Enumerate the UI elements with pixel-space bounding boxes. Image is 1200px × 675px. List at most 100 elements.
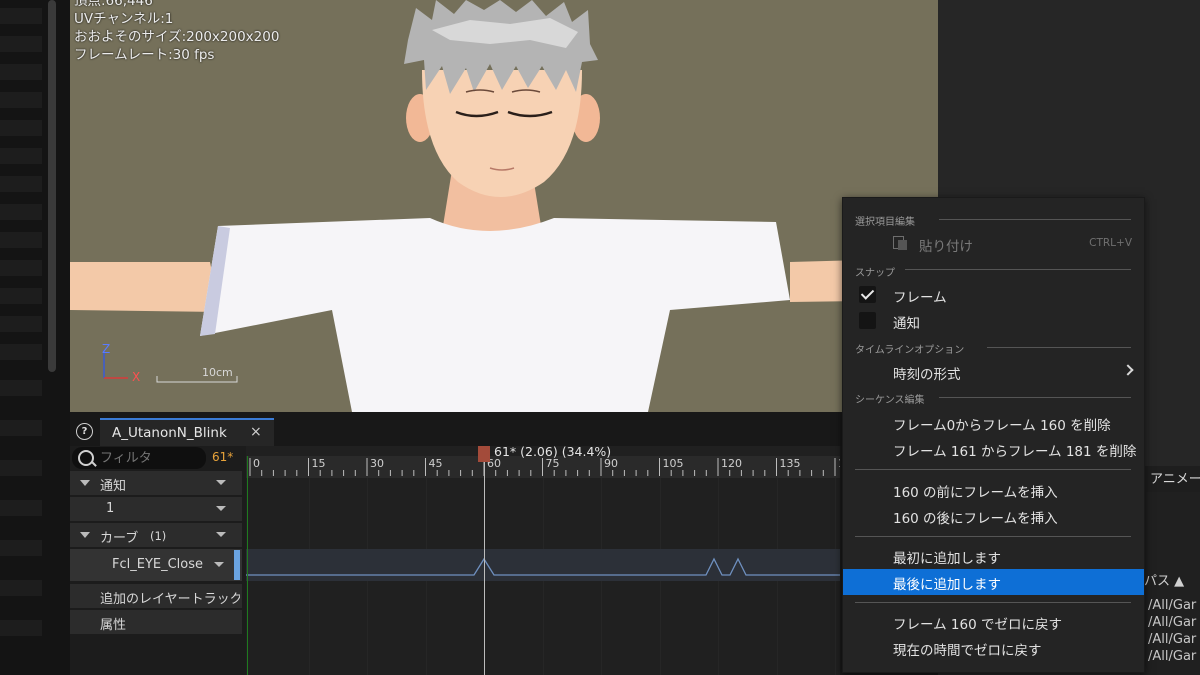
snap-notify-label: 通知: [893, 316, 920, 332]
search-icon: [78, 450, 94, 466]
ruler-tick-label: 120: [721, 457, 742, 470]
stat-vertices: 頂点:66,446: [74, 0, 153, 9]
animation-tab[interactable]: アニメー: [1144, 466, 1200, 492]
left-panel-row: [0, 92, 42, 108]
menu-divider: [939, 397, 1131, 398]
left-panel-row: [0, 460, 42, 476]
ruler-tick-label: 45: [428, 457, 443, 470]
checkbox-checked-icon[interactable]: [859, 286, 876, 303]
left-panel-row: [0, 64, 42, 80]
track-curves[interactable]: カーブ (1): [70, 523, 242, 547]
asset-path-row[interactable]: /All/Gar: [1148, 598, 1196, 613]
tab-animation-sequence[interactable]: A_UtanonN_Blink ×: [100, 418, 274, 446]
menu-section-edit: 選択項目編集: [855, 217, 915, 228]
menu-item-paste[interactable]: 貼り付け CTRL+V: [843, 231, 1144, 257]
left-panel-row: [0, 620, 42, 636]
left-panel-row: [0, 204, 42, 220]
stat-uv-channels: UVチャンネル:1: [74, 11, 174, 27]
left-panel-row: [0, 316, 42, 332]
chevron-down-icon[interactable]: [216, 506, 226, 511]
playhead-handle[interactable]: [478, 446, 490, 462]
menu-item-append-last[interactable]: 最後に追加します: [843, 569, 1144, 595]
left-panel-row: [0, 176, 42, 192]
menu-item-insert-after[interactable]: 160 の後にフレームを挿入: [843, 503, 1144, 529]
asset-path-row[interactable]: /All/Gar: [1148, 632, 1196, 647]
chevron-down-icon[interactable]: [216, 532, 226, 537]
chevron-down-icon[interactable]: [214, 562, 224, 567]
append-last-label: 最後に追加します: [893, 577, 1001, 593]
ruler-tick-label: 0: [253, 457, 260, 470]
asset-path-row[interactable]: /All/Gar: [1148, 649, 1196, 664]
menu-item-reset-at-frame[interactable]: フレーム 160 でゼロに戻す: [843, 609, 1144, 635]
track-curves-label: カーブ: [100, 531, 139, 546]
path-column-header[interactable]: パス ▲: [1144, 570, 1184, 589]
menu-divider: [939, 219, 1131, 220]
expand-triangle-icon[interactable]: [80, 480, 90, 486]
track-list: 61* 通知 1 カーブ (1) Fcl_EYE_Close 追加のレイヤートラ…: [70, 446, 246, 675]
curve-line[interactable]: [246, 549, 840, 581]
menu-divider: [987, 347, 1131, 348]
help-icon[interactable]: ?: [76, 423, 93, 440]
timeline-tab-bar: ? A_UtanonN_Blink ×: [70, 412, 938, 446]
menu-item-append-first[interactable]: 最初に追加します: [843, 543, 1144, 569]
menu-item-time-format[interactable]: 時刻の形式: [843, 359, 1144, 385]
time-ruler[interactable]: [246, 456, 840, 478]
left-panel-row: [0, 580, 42, 596]
track-notify[interactable]: 通知: [70, 471, 242, 495]
track-notify-label: 通知: [100, 479, 127, 494]
menu-item-delete-before[interactable]: フレーム0からフレーム 160 を削除: [843, 410, 1144, 436]
ruler-tick-label: 15: [311, 457, 326, 470]
stat-approx-size: おおよそのサイズ:200x200x200: [74, 29, 280, 45]
filter-box[interactable]: [72, 447, 206, 469]
track-attributes[interactable]: 属性: [70, 610, 242, 634]
close-icon[interactable]: ×: [250, 424, 262, 440]
curve-name-label: Fcl_EYE_Close: [112, 557, 204, 572]
left-panel-row: [0, 260, 42, 276]
time-format-label: 時刻の形式: [893, 367, 961, 383]
filter-input[interactable]: [100, 448, 200, 468]
playhead-line[interactable]: [484, 462, 485, 675]
menu-item-reset-at-current[interactable]: 現在の時間でゼロに戻す: [843, 635, 1144, 661]
ruler-tick-label: 105: [662, 457, 684, 470]
chevron-down-icon[interactable]: [216, 480, 226, 485]
axis-x-label: X: [132, 370, 141, 384]
menu-divider: [905, 269, 1131, 270]
menu-section-timeline: タイムラインオプション: [855, 345, 965, 356]
start-marker-line: [247, 456, 248, 675]
menu-section-sequence: シーケンス編集: [855, 395, 925, 406]
ruler-ticks: [249, 458, 836, 476]
left-panel-row: [0, 120, 42, 136]
left-side-panel: [0, 0, 70, 675]
left-panel-row: [0, 344, 42, 360]
delete-after-label: フレーム 161 からフレーム 181 を削除: [893, 444, 1137, 460]
insert-after-label: 160 の後にフレームを挿入: [893, 511, 1058, 527]
expand-triangle-icon[interactable]: [80, 532, 90, 538]
menu-item-delete-after[interactable]: フレーム 161 からフレーム 181 を削除: [843, 436, 1144, 462]
menu-divider: [855, 536, 1131, 537]
3d-viewport[interactable]: 頂点:66,446 UVチャンネル:1 おおよそのサイズ:200x200x200…: [70, 0, 938, 412]
chevron-right-icon: [1122, 364, 1134, 376]
left-panel-row: [0, 148, 42, 164]
insert-before-label: 160 の前にフレームを挿入: [893, 485, 1058, 501]
menu-item-insert-before[interactable]: 160 の前にフレームを挿入: [843, 477, 1144, 503]
additive-layer-label: 追加のレイヤートラック: [100, 592, 240, 607]
stat-frame-rate: フレームレート:30 fps: [74, 47, 215, 63]
track-notify-1[interactable]: 1: [70, 497, 242, 521]
left-panel-row: [0, 36, 42, 52]
curve-color-handle[interactable]: [234, 550, 240, 580]
menu-item-snap-notify[interactable]: 通知: [843, 308, 1144, 334]
scale-label: 10cm: [202, 366, 233, 379]
asset-path-row[interactable]: /All/Gar: [1148, 615, 1196, 630]
timeline-area[interactable]: 015304560759010512013515 61* (2.06) (34.…: [246, 446, 840, 675]
track-additive-layer[interactable]: 追加のレイヤートラック: [70, 584, 242, 608]
menu-divider: [855, 469, 1131, 470]
checkbox-unchecked-icon[interactable]: [859, 312, 876, 329]
track-curve-item[interactable]: Fcl_EYE_Close: [70, 549, 242, 581]
menu-item-snap-frame[interactable]: フレーム: [843, 282, 1144, 308]
left-panel-row: [0, 288, 42, 304]
track-curves-count: (1): [150, 529, 167, 543]
track-notify-1-label: 1: [106, 501, 115, 516]
left-scrollbar[interactable]: [48, 0, 56, 372]
ruler-tick-label: 135: [779, 457, 801, 470]
current-frame-field[interactable]: 61*: [212, 450, 233, 464]
